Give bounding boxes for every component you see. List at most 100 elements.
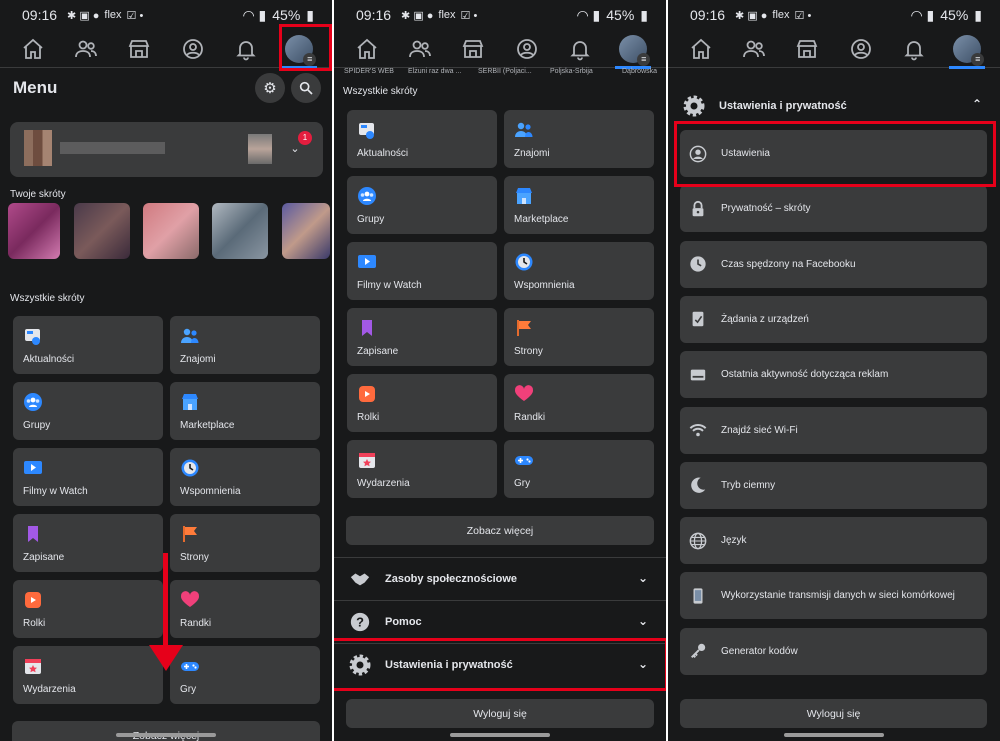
shortcut-tile[interactable]: Gry	[504, 440, 654, 498]
shortcut-thumbnail[interactable]	[143, 203, 199, 259]
shortcut-tile-label: Randki	[514, 412, 546, 423]
shortcut-tile[interactable]: Rolki	[347, 374, 497, 432]
battery-icon: ▮	[640, 6, 648, 23]
settings-item[interactable]: Żądania z urządzeń	[680, 295, 987, 343]
wifi-signal-icon: ◠ ▮	[576, 6, 601, 23]
shortcut-tile[interactable]: Wydarzenia	[13, 646, 163, 704]
settings-item[interactable]: Wykorzystanie transmisji danych w sieci …	[680, 572, 987, 620]
shortcut-names-strip: SPIDER'S WEB Elżuni raz dwa ... SERBII (…	[334, 66, 666, 80]
shortcut-tile-label: Znajomi	[180, 354, 216, 365]
status-time: 09:16	[22, 7, 58, 23]
logout-button[interactable]: Wyloguj się	[680, 699, 987, 728]
lock-icon	[689, 200, 707, 218]
shortcut-tile[interactable]: Zapisane	[347, 308, 497, 366]
shortcut-tile[interactable]: Marketplace	[504, 176, 654, 234]
shortcut-name[interactable]: Elżuni raz dwa ...	[408, 68, 461, 75]
wifi-signal-icon: ◠ ▮	[242, 6, 267, 23]
help-label: Pomoc	[385, 616, 422, 628]
all-shortcuts-label: Wszystkie skróty	[10, 293, 85, 304]
shortcut-tile[interactable]: Znajomi	[504, 110, 654, 168]
shortcut-thumbnail[interactable]	[212, 203, 268, 259]
notification-badge: 1	[298, 131, 312, 145]
shortcut-tile[interactable]: Randki	[504, 374, 654, 432]
home-icon[interactable]	[13, 31, 53, 67]
shortcut-name[interactable]: Poljska-Srbija	[550, 68, 593, 75]
search-button[interactable]	[291, 73, 321, 103]
shortcut-tile[interactable]: Grupy	[13, 382, 163, 440]
see-more-button[interactable]: Zobacz więcej	[346, 516, 654, 545]
profile-icon[interactable]	[841, 31, 881, 67]
shortcut-name[interactable]: SPIDER'S WEB	[344, 68, 394, 75]
shortcut-thumbnail[interactable]	[8, 203, 60, 259]
status-notification-icons: ✱ ▣ ● flex ☑ •	[401, 9, 478, 22]
settings-item[interactable]: Czas spędzony na Facebooku	[680, 240, 987, 288]
shortcut-thumbnail[interactable]	[282, 203, 330, 259]
bell-icon[interactable]	[560, 31, 600, 67]
shortcut-name[interactable]: Dąbrowska	[622, 68, 657, 75]
profile-card[interactable]: ⌄ 1	[10, 122, 323, 177]
settings-item[interactable]: Ostatnia aktywność dotycząca reklam	[680, 351, 987, 399]
settings-item-label: Tryb ciemny	[721, 479, 776, 491]
settings-item[interactable]: Prywatność – skróty	[680, 185, 987, 233]
shortcut-tile[interactable]: Wydarzenia	[347, 440, 497, 498]
shortcut-tile-label: Filmy w Watch	[23, 486, 88, 497]
marketplace-icon[interactable]	[453, 31, 493, 67]
shortcut-tile[interactable]: Grupy	[347, 176, 497, 234]
profile-icon[interactable]	[507, 31, 547, 67]
shortcut-tile[interactable]: Wspomnienia	[170, 448, 320, 506]
shortcut-tile[interactable]: Zapisane	[13, 514, 163, 572]
bell-icon[interactable]	[226, 31, 266, 67]
settings-item[interactable]: Generator kodów	[680, 627, 987, 675]
shortcut-tile[interactable]: Znajomi	[170, 316, 320, 374]
avatar-menu-icon[interactable]	[613, 31, 653, 69]
shortcut-tile-label: Wydarzenia	[357, 478, 410, 489]
marketplace-icon[interactable]	[119, 31, 159, 67]
status-notification-icons: ✱ ▣ ● flex ☑ •	[67, 9, 144, 22]
shortcut-tile-label: Marketplace	[180, 420, 235, 431]
see-more-button[interactable]: Zobacz więcej	[12, 721, 320, 741]
saved-icon	[357, 318, 377, 338]
bell-icon[interactable]	[894, 31, 934, 67]
search-icon	[299, 81, 313, 95]
settings-gear-button[interactable]: ⚙	[255, 73, 285, 103]
home-icon[interactable]	[681, 31, 721, 67]
shortcut-name[interactable]: SERBII (Poljaci...	[478, 68, 532, 75]
shortcut-tile[interactable]: Aktualności	[347, 110, 497, 168]
shortcut-tile[interactable]: Rolki	[13, 580, 163, 638]
carrier-label: flex	[104, 9, 122, 21]
key-icon	[689, 642, 707, 660]
settings-item-label: Wykorzystanie transmisji danych w sieci …	[721, 590, 955, 602]
shortcut-tile[interactable]: Randki	[170, 580, 320, 638]
handshake-icon	[348, 567, 372, 591]
shortcut-tile[interactable]: Wspomnienia	[504, 242, 654, 300]
avatar-menu-icon[interactable]	[947, 31, 987, 69]
shortcut-tile[interactable]: Marketplace	[170, 382, 320, 440]
community-resources-row[interactable]: Zasoby społecznościowe ⌄	[334, 557, 666, 600]
settings-item[interactable]: Język	[680, 517, 987, 565]
pages-icon	[514, 318, 534, 338]
shortcut-tile[interactable]: Filmy w Watch	[13, 448, 163, 506]
shortcut-tile[interactable]: Filmy w Watch	[347, 242, 497, 300]
marketplace-icon	[514, 186, 534, 206]
settings-item-label: Żądania z urządzeń	[721, 313, 809, 325]
friends-icon[interactable]	[66, 31, 106, 67]
friends-icon[interactable]	[734, 31, 774, 67]
settings-item[interactable]: Znajdź sieć Wi-Fi	[680, 406, 987, 454]
shortcut-thumbnail[interactable]	[74, 203, 130, 259]
blurred-name	[60, 142, 165, 154]
watch-icon	[23, 458, 43, 478]
settings-item[interactable]: Tryb ciemny	[680, 461, 987, 509]
profile-icon[interactable]	[173, 31, 213, 67]
shortcut-tile[interactable]: Strony	[504, 308, 654, 366]
shortcut-tile[interactable]: Strony	[170, 514, 320, 572]
settings-item-label: Ostatnia aktywność dotycząca reklam	[721, 369, 889, 381]
home-icon[interactable]	[347, 31, 387, 67]
marketplace-icon[interactable]	[787, 31, 827, 67]
events-icon	[23, 656, 43, 676]
shortcut-tile-label: Zapisane	[23, 552, 65, 563]
friends-icon[interactable]	[400, 31, 440, 67]
help-row[interactable]: ? Pomoc ⌄	[334, 600, 666, 643]
shortcut-tile[interactable]: Gry	[170, 646, 320, 704]
logout-button[interactable]: Wyloguj się	[346, 699, 654, 728]
shortcut-tile[interactable]: Aktualności	[13, 316, 163, 374]
